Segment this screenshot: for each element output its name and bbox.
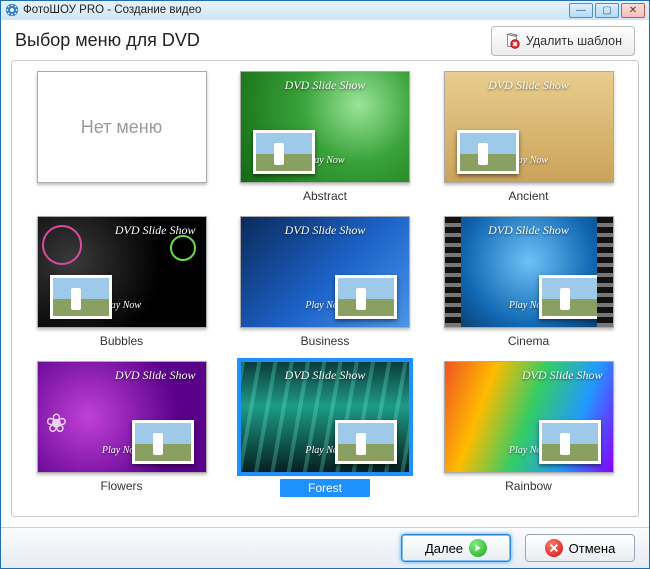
- template-sample-photo: [539, 420, 601, 464]
- template-sample-photo: [335, 275, 397, 319]
- template-sample-photo: [132, 420, 194, 464]
- template-grid: Нет менюDVD Slide ShowPlay NowAbstractDV…: [34, 71, 616, 506]
- template-cinema[interactable]: DVD Slide ShowPlay Now Cinema: [441, 216, 616, 361]
- template-abstract[interactable]: DVD Slide ShowPlay Now Abstract: [238, 71, 413, 216]
- no-menu-label: Нет меню: [81, 117, 162, 138]
- app-window: ФотоШОУ PRO - Создание видео — ▢ ✕ Выбор…: [0, 0, 650, 569]
- panel-wrap: Нет менюDVD Slide ShowPlay NowAbstractDV…: [1, 60, 649, 527]
- cancel-button-label: Отмена: [569, 541, 616, 556]
- template-title-text: DVD Slide Show: [241, 368, 409, 383]
- template-thumbnail: DVD Slide ShowPlay Now: [444, 361, 614, 473]
- template-label: Bubbles: [100, 334, 143, 348]
- template-label: Forest: [280, 479, 370, 497]
- template-sample-photo: [457, 130, 519, 174]
- template-sample-photo: [253, 130, 315, 174]
- template-thumbnail: DVD Slide ShowPlay Now: [444, 216, 614, 328]
- minimize-button[interactable]: —: [569, 3, 593, 18]
- template-forest[interactable]: DVD Slide ShowPlay Now Forest: [238, 361, 413, 506]
- template-title-text: DVD Slide Show: [445, 78, 613, 93]
- cancel-button[interactable]: Отмена: [525, 534, 635, 562]
- template-thumbnail: DVD Slide ShowPlay Now: [240, 71, 410, 183]
- window-buttons: — ▢ ✕: [569, 3, 645, 18]
- template-thumbnail: DVD Slide ShowPlay Now: [37, 216, 207, 328]
- template-title-text: DVD Slide Show: [241, 223, 409, 238]
- template-label: Cinema: [508, 334, 549, 348]
- template-title-text: DVD Slide Show: [445, 223, 613, 238]
- next-button[interactable]: Далее: [401, 534, 511, 562]
- app-icon: [5, 3, 19, 17]
- template-business[interactable]: DVD Slide ShowPlay Now Business: [238, 216, 413, 361]
- template-ancient[interactable]: DVD Slide ShowPlay Now Ancient: [441, 71, 616, 216]
- window-title: ФотоШОУ PRO - Создание видео: [23, 4, 565, 16]
- dialog-footer: Далее Отмена: [1, 527, 649, 568]
- cancel-icon: [545, 539, 563, 557]
- template-label: Ancient: [508, 189, 548, 203]
- template-title-text: DVD Slide Show: [115, 368, 196, 383]
- template-thumbnail: DVD Slide ShowPlay Now: [37, 361, 207, 473]
- delete-template-label: Удалить шаблон: [526, 34, 622, 48]
- template-rainbow[interactable]: DVD Slide ShowPlay Now Rainbow: [441, 361, 616, 506]
- arrow-right-icon: [469, 539, 487, 557]
- dialog-header: Выбор меню для DVD Удалить шаблон: [1, 20, 649, 61]
- close-button[interactable]: ✕: [621, 3, 645, 18]
- template-sample-photo: [539, 275, 601, 319]
- template-label: Business: [301, 334, 350, 348]
- next-button-label: Далее: [425, 541, 463, 556]
- template-thumbnail: DVD Slide ShowPlay Now: [240, 361, 410, 473]
- template-sample-photo: [335, 420, 397, 464]
- template-label: Flowers: [100, 479, 142, 493]
- template-label: Abstract: [303, 189, 347, 203]
- template-flowers[interactable]: DVD Slide ShowPlay Now Flowers: [34, 361, 209, 506]
- template-thumbnail: Нет меню: [37, 71, 207, 183]
- titlebar: ФотоШОУ PRO - Создание видео — ▢ ✕: [1, 1, 649, 20]
- template-label: Rainbow: [505, 479, 552, 493]
- page-title: Выбор меню для DVD: [15, 30, 491, 51]
- template-none[interactable]: Нет меню: [34, 71, 209, 216]
- template-title-text: DVD Slide Show: [241, 78, 409, 93]
- template-sample-photo: [50, 275, 112, 319]
- maximize-button[interactable]: ▢: [595, 3, 619, 18]
- delete-template-button[interactable]: Удалить шаблон: [491, 26, 635, 56]
- template-title-text: DVD Slide Show: [115, 223, 196, 238]
- template-bubbles[interactable]: DVD Slide ShowPlay Now Bubbles: [34, 216, 209, 361]
- template-thumbnail: DVD Slide ShowPlay Now: [444, 71, 614, 183]
- template-thumbnail: DVD Slide ShowPlay Now: [240, 216, 410, 328]
- template-title-text: DVD Slide Show: [522, 368, 603, 383]
- template-panel: Нет менюDVD Slide ShowPlay NowAbstractDV…: [11, 60, 639, 517]
- delete-template-icon: [504, 33, 520, 49]
